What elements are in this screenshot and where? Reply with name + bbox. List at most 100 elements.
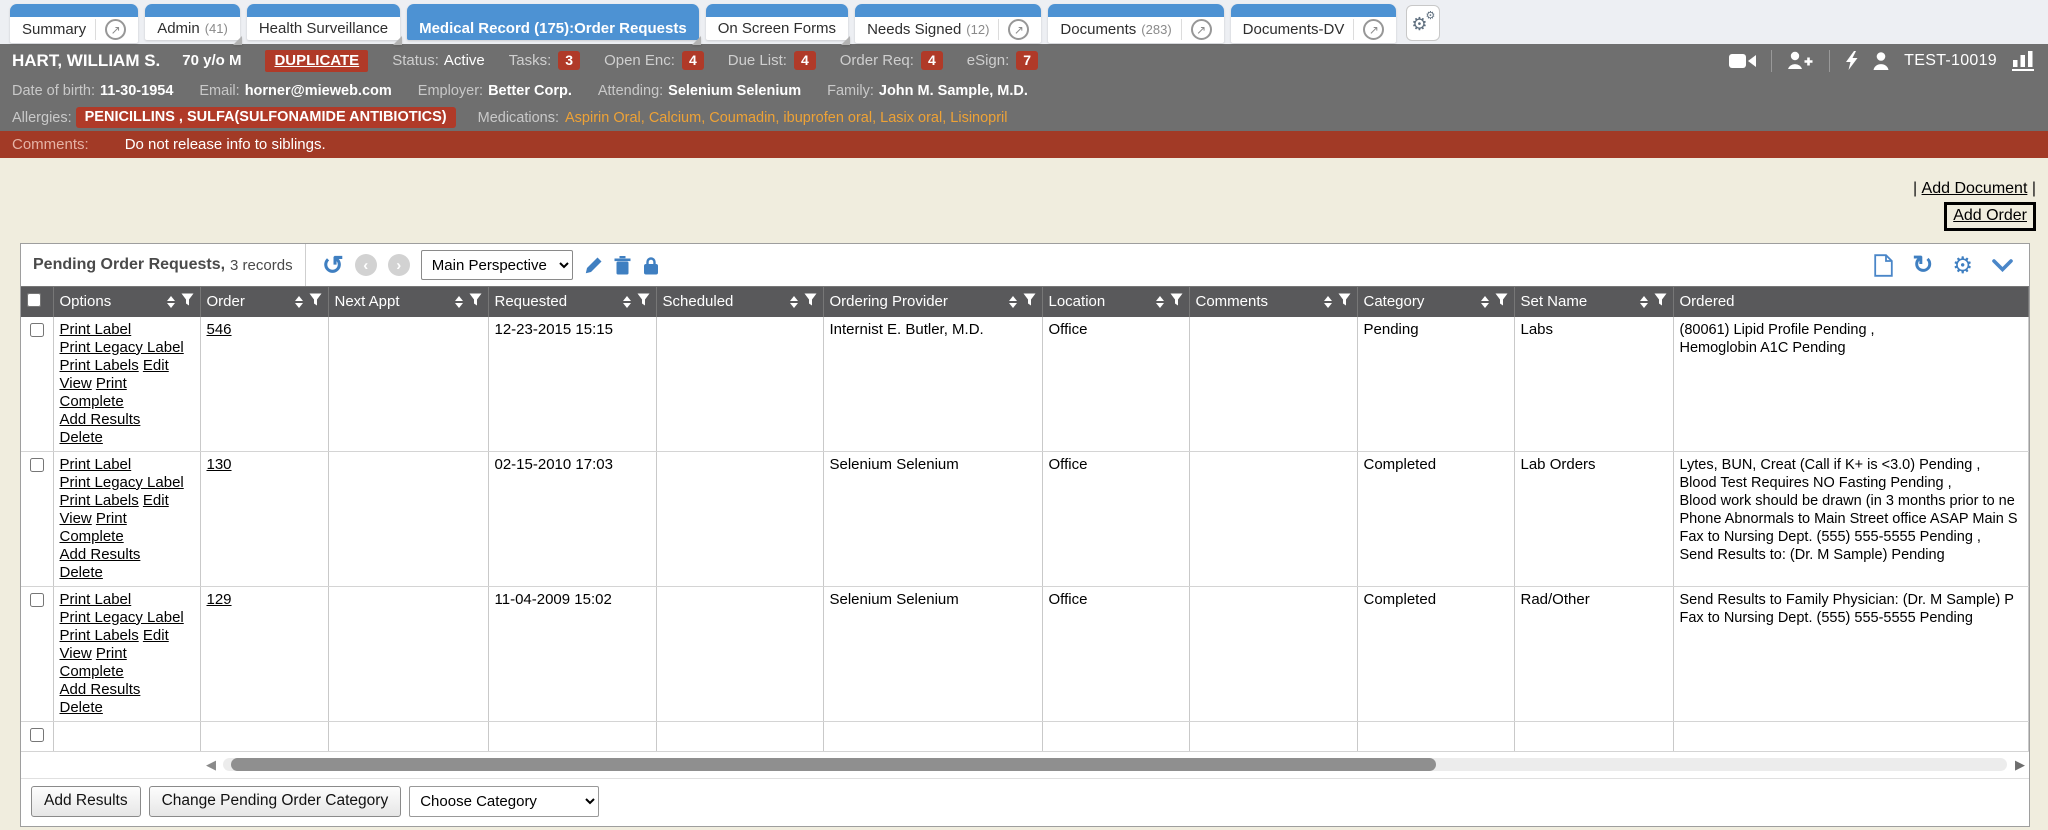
- option-link-print[interactable]: Print: [96, 645, 127, 662]
- counter-badge[interactable]: 4: [921, 51, 943, 70]
- sort-icon[interactable]: [1640, 296, 1648, 308]
- order-number-link[interactable]: 130: [207, 456, 232, 473]
- video-camera-icon[interactable]: [1729, 52, 1756, 70]
- counter-badge[interactable]: 3: [558, 51, 580, 70]
- tab-admin[interactable]: Admin(41): [145, 4, 240, 43]
- filter-icon[interactable]: [1170, 293, 1183, 310]
- sort-icon[interactable]: [790, 296, 798, 308]
- add-document-link[interactable]: Add Document: [1922, 180, 2028, 197]
- sort-icon[interactable]: [1156, 296, 1164, 308]
- option-link-edit[interactable]: Edit: [143, 357, 169, 374]
- filter-icon[interactable]: [469, 293, 482, 310]
- medication-link[interactable]: Coumadin: [709, 110, 775, 126]
- sort-icon[interactable]: [295, 296, 303, 308]
- option-link-print-label[interactable]: Print Label: [60, 456, 132, 473]
- trash-icon[interactable]: [614, 256, 631, 275]
- sort-icon[interactable]: [1481, 296, 1489, 308]
- option-link-print-label[interactable]: Print Label: [60, 591, 132, 608]
- grid-settings-gear-icon[interactable]: ⚙: [1952, 254, 1973, 276]
- option-link-print-label[interactable]: Print Label: [60, 321, 132, 338]
- filter-icon[interactable]: [181, 293, 194, 310]
- counter-badge[interactable]: 7: [1016, 51, 1038, 70]
- sort-icon[interactable]: [455, 296, 463, 308]
- filter-icon[interactable]: [1023, 293, 1036, 310]
- choose-category-select[interactable]: Choose Category: [409, 786, 599, 817]
- option-link-print-legacy-label[interactable]: Print Legacy Label: [60, 339, 184, 356]
- option-link-delete[interactable]: Delete: [60, 429, 103, 446]
- row-checkbox[interactable]: [30, 593, 44, 607]
- tab-health-surveillance[interactable]: Health Surveillance: [247, 4, 400, 43]
- filter-icon[interactable]: [804, 293, 817, 310]
- medication-link[interactable]: ibuprofen oral: [783, 110, 872, 126]
- popout-icon[interactable]: ↗: [1008, 19, 1029, 40]
- order-number-link[interactable]: 129: [207, 591, 232, 608]
- filter-icon[interactable]: [1338, 293, 1351, 310]
- select-all-checkbox[interactable]: [27, 293, 41, 307]
- change-pending-order-category-button[interactable]: Change Pending Order Category: [149, 786, 402, 817]
- counter-badge[interactable]: 4: [682, 51, 704, 70]
- filter-icon[interactable]: [1654, 293, 1667, 310]
- option-link-add-results[interactable]: Add Results: [60, 546, 141, 563]
- new-document-icon[interactable]: [1874, 254, 1893, 277]
- option-link-print-legacy-label[interactable]: Print Legacy Label: [60, 609, 184, 626]
- medication-link[interactable]: Calcium: [649, 110, 701, 126]
- add-results-button[interactable]: Add Results: [31, 786, 141, 817]
- filter-icon[interactable]: [637, 293, 650, 310]
- scroll-left-arrow[interactable]: ◀: [206, 757, 216, 773]
- tab-medical-record-175-order-requests[interactable]: Medical Record (175):Order Requests: [407, 4, 699, 43]
- row-checkbox[interactable]: [30, 458, 44, 472]
- option-link-print-labels[interactable]: Print Labels: [60, 357, 139, 374]
- collapse-chevron-icon[interactable]: [1992, 259, 2013, 272]
- row-checkbox[interactable]: [30, 323, 44, 337]
- popout-icon[interactable]: ↗: [1191, 19, 1212, 40]
- popout-icon[interactable]: ↗: [1363, 19, 1384, 40]
- option-link-print-labels[interactable]: Print Labels: [60, 627, 139, 644]
- order-number-link[interactable]: 546: [207, 321, 232, 338]
- medication-link[interactable]: Lasix oral: [880, 110, 942, 126]
- scrollbar-track[interactable]: [223, 758, 2007, 771]
- lightning-icon[interactable]: [1845, 51, 1858, 70]
- popout-icon[interactable]: ↗: [105, 19, 126, 40]
- scrollbar-thumb[interactable]: [231, 758, 1436, 771]
- refresh-icon[interactable]: ↻: [1912, 255, 1933, 275]
- sort-icon[interactable]: [1324, 296, 1332, 308]
- bar-chart-icon[interactable]: [2012, 51, 2034, 71]
- option-link-print[interactable]: Print: [96, 510, 127, 527]
- option-link-delete[interactable]: Delete: [60, 699, 103, 716]
- counter-badge[interactable]: 4: [794, 51, 816, 70]
- add-person-icon[interactable]: [1787, 51, 1814, 70]
- tab-documents-dv[interactable]: Documents-DV↗: [1231, 4, 1397, 43]
- option-link-view[interactable]: View: [60, 510, 92, 527]
- filter-icon[interactable]: [309, 293, 322, 310]
- allergy-badge[interactable]: PENICILLINS , SULFA(SULFONAMIDE ANTIBIOT…: [76, 107, 456, 128]
- option-link-complete[interactable]: Complete: [60, 393, 124, 410]
- option-link-print-labels[interactable]: Print Labels: [60, 492, 139, 509]
- option-link-print-legacy-label[interactable]: Print Legacy Label: [60, 474, 184, 491]
- edit-pencil-icon[interactable]: [584, 256, 603, 275]
- perspective-select[interactable]: Main Perspective: [421, 250, 573, 280]
- next-page-button[interactable]: ›: [388, 254, 410, 276]
- option-link-add-results[interactable]: Add Results: [60, 411, 141, 428]
- filter-icon[interactable]: [1495, 293, 1508, 310]
- option-link-view[interactable]: View: [60, 645, 92, 662]
- duplicate-badge[interactable]: DUPLICATE: [265, 50, 368, 72]
- prev-page-button[interactable]: ‹: [355, 254, 377, 276]
- sort-icon[interactable]: [623, 296, 631, 308]
- scroll-right-arrow[interactable]: ▶: [2015, 757, 2025, 773]
- add-order-link[interactable]: Add Order: [1953, 207, 2027, 224]
- medication-link[interactable]: Lisinopril: [950, 110, 1007, 126]
- option-link-complete[interactable]: Complete: [60, 528, 124, 545]
- tab-documents[interactable]: Documents(283)↗: [1048, 4, 1223, 43]
- tab-summary[interactable]: Summary↗: [10, 4, 138, 43]
- option-link-edit[interactable]: Edit: [143, 492, 169, 509]
- option-link-complete[interactable]: Complete: [60, 663, 124, 680]
- tab-needs-signed[interactable]: Needs Signed(12)↗: [855, 4, 1041, 43]
- person-icon[interactable]: [1873, 52, 1889, 70]
- option-link-delete[interactable]: Delete: [60, 564, 103, 581]
- option-link-edit[interactable]: Edit: [143, 627, 169, 644]
- sort-icon[interactable]: [167, 296, 175, 308]
- lock-icon[interactable]: [642, 256, 660, 275]
- option-link-view[interactable]: View: [60, 375, 92, 392]
- tab-settings-button[interactable]: ⚙ ⚙: [1406, 5, 1440, 41]
- sort-icon[interactable]: [1009, 296, 1017, 308]
